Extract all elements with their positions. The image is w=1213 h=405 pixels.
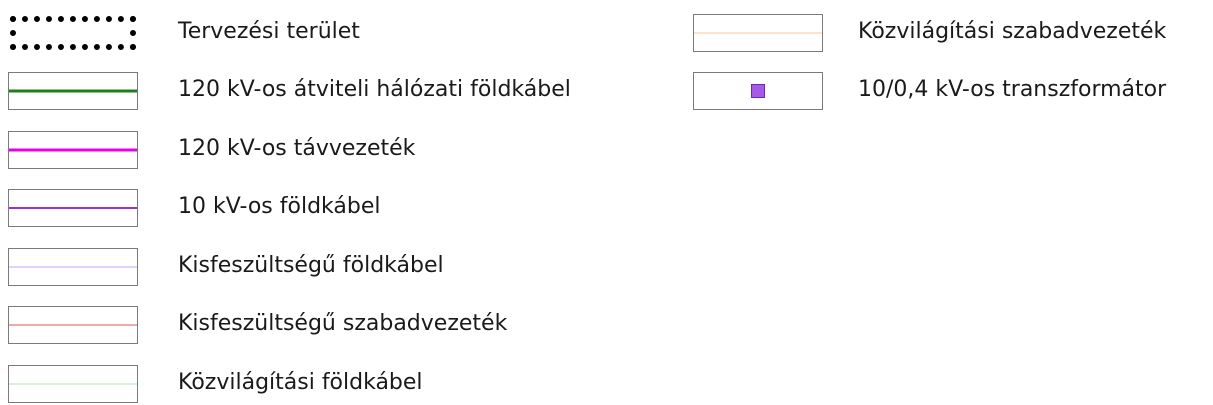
legend-label: 10/0,4 kV-os transzformátor bbox=[858, 77, 1167, 102]
line-symbol bbox=[8, 72, 138, 110]
legend-label: 120 kV-os távvezeték bbox=[178, 136, 416, 161]
line-symbol bbox=[8, 131, 138, 169]
square-symbol bbox=[693, 72, 823, 110]
legend-label: 120 kV-os átviteli hálózati földkábel bbox=[178, 77, 571, 102]
legend-label: Közvilágítási szabadvezeték bbox=[858, 19, 1167, 44]
legend-label: Kisfeszültségű szabadvezeték bbox=[178, 311, 508, 336]
legend-label: 10 kV-os földkábel bbox=[178, 194, 381, 219]
line-symbol bbox=[8, 248, 138, 286]
dotted-boundary-symbol bbox=[8, 14, 138, 52]
legend-label: Közvilágítási földkábel bbox=[178, 370, 423, 395]
legend-label: Kisfeszültségű földkábel bbox=[178, 253, 444, 278]
line-symbol bbox=[8, 189, 138, 227]
line-symbol bbox=[8, 365, 138, 403]
legend-label: Tervezési terület bbox=[178, 19, 360, 44]
line-symbol bbox=[8, 306, 138, 344]
line-symbol bbox=[693, 14, 823, 52]
